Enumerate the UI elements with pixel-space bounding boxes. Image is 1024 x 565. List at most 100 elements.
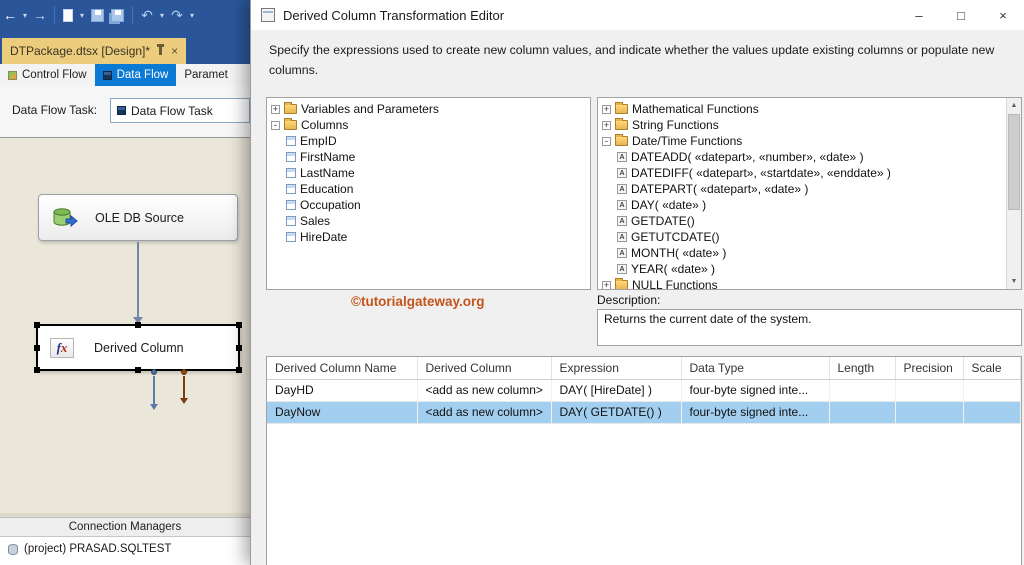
tree-item[interactable]: + Variables and Parameters <box>267 101 590 117</box>
selection-handle[interactable] <box>236 367 242 373</box>
back-button[interactable]: ← <box>2 4 18 26</box>
document-tab[interactable]: DTPackage.dtsx [Design]* × <box>2 38 187 64</box>
close-button[interactable]: × <box>982 0 1024 30</box>
selection-handle[interactable] <box>135 322 141 328</box>
undo-button[interactable]: ↶ <box>139 4 155 26</box>
ole-db-source-label: OLE DB Source <box>95 210 184 225</box>
close-icon[interactable]: × <box>171 44 178 58</box>
columns-tree-panel[interactable]: + Variables and Parameters - Columns EmpID Fi… <box>266 97 591 290</box>
derived-columns-grid[interactable]: Derived Column Name Derived Column Express… <box>266 356 1022 565</box>
data-flow-task-combobox[interactable]: Data Flow Task <box>110 98 250 123</box>
tree-item[interactable]: DATEADD( «datepart», «number», «date» ) <box>598 149 1006 165</box>
tree-item[interactable]: FirstName <box>267 149 590 165</box>
tree-item-label: Sales <box>300 214 331 228</box>
tree-item[interactable]: LastName <box>267 165 590 181</box>
tree-item[interactable]: Sales <box>267 213 590 229</box>
tree-item[interactable]: GETUTCDATE() <box>598 229 1006 245</box>
save-all-button[interactable] <box>111 8 124 22</box>
grid-column-header[interactable]: Derived Column Name <box>267 357 418 380</box>
dialog-titlebar[interactable]: Derived Column Transformation Editor – □… <box>251 0 1024 30</box>
ole-db-source-box[interactable]: OLE DB Source <box>38 194 238 241</box>
grid-cell[interactable]: DAY( GETDATE() ) <box>551 401 682 424</box>
forward-button[interactable]: → <box>32 4 48 26</box>
grid-cell[interactable]: DayHD <box>267 379 418 402</box>
tree-item[interactable]: HireDate <box>267 229 590 245</box>
grid-column-header[interactable]: Length <box>829 357 896 380</box>
scroll-up-icon[interactable]: ▲ <box>1007 98 1021 113</box>
tree-item[interactable]: DAY( «date» ) <box>598 197 1006 213</box>
data-path-connector[interactable] <box>137 242 139 318</box>
grid-column-header[interactable]: Expression <box>551 357 682 380</box>
selection-handle[interactable] <box>34 322 40 328</box>
scrollbar-thumb[interactable] <box>1008 114 1020 210</box>
error-output-connector-dot[interactable] <box>181 369 187 375</box>
connection-managers-header[interactable]: Connection Managers <box>0 518 250 537</box>
tree-item[interactable]: YEAR( «date» ) <box>598 261 1006 277</box>
selection-handle[interactable] <box>236 344 242 351</box>
output-connector-dot[interactable] <box>151 369 157 375</box>
tree-item[interactable]: + String Functions <box>598 117 1006 133</box>
grid-cell[interactable] <box>829 379 896 402</box>
grid-column-header[interactable]: Derived Column <box>417 357 552 380</box>
pin-icon[interactable] <box>157 44 165 55</box>
grid-cell[interactable]: four-byte signed inte... <box>681 401 830 424</box>
redo-button[interactable]: ↷ <box>169 4 185 26</box>
grid-cell[interactable] <box>895 379 964 402</box>
collapse-icon[interactable]: - <box>602 136 611 146</box>
tree-item[interactable]: MONTH( «date» ) <box>598 245 1006 261</box>
tab-parameters[interactable]: Paramet <box>176 64 235 86</box>
back-dropdown-icon[interactable]: ▾ <box>21 4 29 26</box>
tree-item[interactable]: - Columns <box>267 117 590 133</box>
save-button[interactable] <box>91 8 104 22</box>
minimize-button[interactable]: – <box>898 0 940 30</box>
selection-handle[interactable] <box>34 344 40 351</box>
tree-item[interactable]: DATEPART( «datepart», «date» ) <box>598 181 1006 197</box>
tree-item[interactable]: Education <box>267 181 590 197</box>
new-file-button[interactable] <box>63 8 73 22</box>
grid-cell[interactable] <box>963 379 1021 402</box>
new-file-dropdown-icon[interactable]: ▾ <box>78 4 86 26</box>
selection-handle[interactable] <box>135 367 141 373</box>
grid-column-header[interactable]: Data Type <box>681 357 830 380</box>
tab-data-flow[interactable]: Data Flow <box>94 64 177 86</box>
grid-cell[interactable] <box>963 401 1021 424</box>
tree-item[interactable]: Occupation <box>267 197 590 213</box>
grid-cell[interactable]: <add as new column> <box>417 379 552 402</box>
scrollbar[interactable]: ▲ ▼ <box>1006 98 1021 289</box>
output-path[interactable] <box>153 376 155 404</box>
design-surface[interactable]: OLE DB Source fx Derived Column <box>0 137 250 513</box>
tree-item[interactable]: + NULL Functions <box>598 277 1006 289</box>
error-output-path[interactable] <box>183 376 185 398</box>
expand-icon[interactable]: + <box>271 104 280 114</box>
expand-icon[interactable]: + <box>602 104 611 114</box>
tab-control-flow[interactable]: Control Flow <box>0 64 95 86</box>
tree-item[interactable]: - Date/Time Functions <box>598 133 1006 149</box>
grid-row[interactable]: DayNow <add as new column> DAY( GETDATE() … <box>267 401 1021 424</box>
grid-row[interactable]: DayHD <add as new column> DAY( [HireDate] … <box>267 379 1021 402</box>
selection-handle[interactable] <box>34 367 40 373</box>
grid-column-header[interactable]: Precision <box>895 357 964 380</box>
grid-cell[interactable]: DayNow <box>267 401 418 424</box>
collapse-icon[interactable]: - <box>271 120 280 130</box>
grid-cell[interactable]: <add as new column> <box>417 401 552 424</box>
scroll-down-icon[interactable]: ▼ <box>1007 274 1021 289</box>
grid-cell[interactable] <box>895 401 964 424</box>
redo-dropdown-icon[interactable]: ▾ <box>188 4 196 26</box>
tree-item[interactable]: + Mathematical Functions <box>598 101 1006 117</box>
grid-column-header[interactable]: Scale <box>963 357 1021 380</box>
maximize-button[interactable]: □ <box>940 0 982 30</box>
tree-item[interactable]: DATEDIFF( «datepart», «startdate», «endd… <box>598 165 1006 181</box>
derived-column-box[interactable]: fx Derived Column <box>34 322 242 373</box>
grid-cell[interactable]: DAY( [HireDate] ) <box>551 379 682 402</box>
undo-dropdown-icon[interactable]: ▾ <box>158 4 166 26</box>
tree-item[interactable]: EmpID <box>267 133 590 149</box>
expand-icon[interactable]: + <box>602 120 611 130</box>
connection-manager-item[interactable]: (project) PRASAD.SQLTEST <box>0 537 250 555</box>
grid-cell[interactable] <box>829 401 896 424</box>
grid-cell[interactable]: four-byte signed inte... <box>681 379 830 402</box>
tree-item[interactable]: GETDATE() <box>598 213 1006 229</box>
selection-handle[interactable] <box>236 322 242 328</box>
expand-icon[interactable]: + <box>602 280 611 289</box>
folder-icon <box>615 118 628 130</box>
functions-tree-panel[interactable]: + Mathematical Functions + String Functions… <box>597 97 1022 290</box>
